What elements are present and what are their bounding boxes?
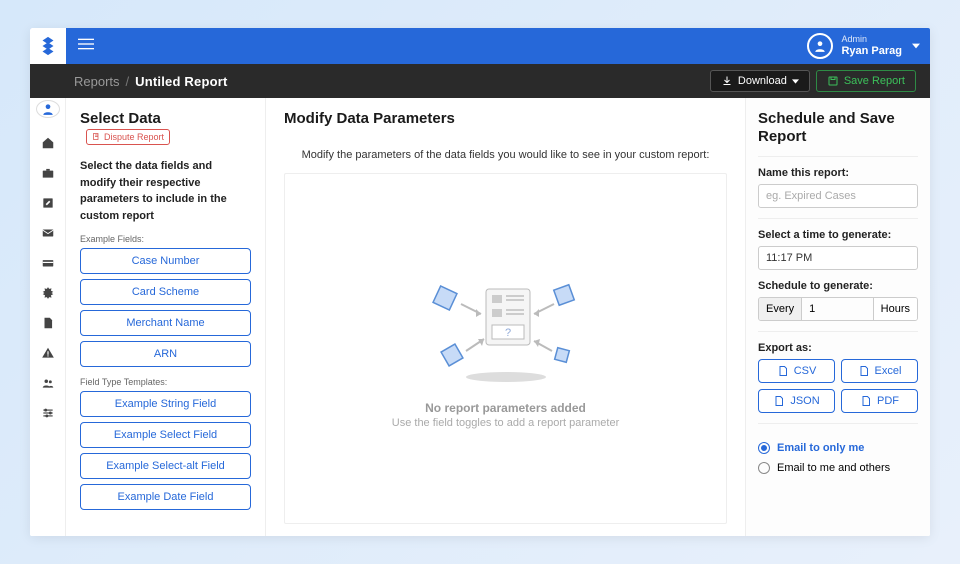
export-excel-button[interactable]: Excel — [841, 359, 918, 383]
name-report-label: Name this report: — [758, 167, 918, 179]
field-string-template[interactable]: Example String Field — [80, 391, 251, 417]
time-input[interactable] — [758, 246, 918, 270]
empty-state-subtitle: Use the field toggles to add a report pa… — [392, 417, 619, 429]
empty-state: ? No report para — [284, 173, 727, 524]
template-fields-label: Field Type Templates: — [80, 377, 251, 387]
breadcrumb-root[interactable]: Reports — [74, 74, 120, 89]
schedule-unit[interactable]: Hours — [874, 298, 917, 320]
breadcrumb: Reports / Untiled Report — [74, 74, 228, 89]
left-panel: Select Data Dispute Report Select the da… — [66, 98, 266, 536]
download-button[interactable]: Download — [710, 70, 810, 92]
report-name-input[interactable] — [758, 184, 918, 208]
schedule-row[interactable]: Every 1 Hours — [758, 297, 918, 321]
save-label: Save Report — [844, 75, 905, 87]
export-as-label: Export as: — [758, 342, 918, 354]
avatar-icon — [807, 33, 833, 59]
rail-users-icon[interactable] — [36, 374, 60, 392]
field-arn[interactable]: ARN — [80, 341, 251, 367]
modify-params-subtitle: Modify the parameters of the data fields… — [284, 149, 727, 161]
user-menu[interactable]: Admin Ryan Parag — [807, 33, 920, 59]
empty-state-title: No report parameters added — [425, 401, 586, 415]
subheader: Reports / Untiled Report Download Save R… — [30, 64, 930, 98]
empty-illustration: ? — [406, 269, 606, 389]
example-fields-label: Example Fields: — [80, 234, 251, 244]
topbar: Admin Ryan Parag — [30, 28, 930, 64]
rail-home-icon[interactable] — [36, 134, 60, 152]
field-date-template[interactable]: Example Date Field — [80, 484, 251, 510]
schedule-value[interactable]: 1 — [802, 298, 874, 320]
radio-icon — [758, 462, 770, 474]
radio-icon — [758, 442, 770, 454]
field-select-template[interactable]: Example Select Field — [80, 422, 251, 448]
user-name: Ryan Parag — [841, 45, 902, 57]
radio-email-others[interactable]: Email to me and others — [758, 462, 918, 474]
content-body: Select Data Dispute Report Select the da… — [30, 98, 930, 536]
rail-edit-icon[interactable] — [36, 194, 60, 212]
select-data-description: Select the data fields and modify their … — [80, 158, 251, 224]
breadcrumb-current: Untiled Report — [135, 74, 227, 89]
center-panel: Modify Data Parameters Modify the parame… — [266, 98, 745, 536]
icon-rail — [30, 98, 66, 536]
chevron-down-icon — [912, 37, 920, 55]
schedule-save-title: Schedule and Save Report — [758, 110, 918, 146]
save-report-button[interactable]: Save Report — [816, 70, 916, 92]
rail-user-icon[interactable] — [36, 100, 60, 118]
radio-email-only-me[interactable]: Email to only me — [758, 442, 918, 454]
field-merchant-name[interactable]: Merchant Name — [80, 310, 251, 336]
rail-sliders-icon[interactable] — [36, 404, 60, 422]
modify-params-title: Modify Data Parameters — [284, 110, 727, 127]
rail-card-icon[interactable] — [36, 254, 60, 272]
export-pdf-button[interactable]: PDF — [841, 389, 918, 413]
rail-briefcase-icon[interactable] — [36, 164, 60, 182]
export-json-button[interactable]: JSON — [758, 389, 835, 413]
field-card-scheme[interactable]: Card Scheme — [80, 279, 251, 305]
rail-mail-icon[interactable] — [36, 224, 60, 242]
rail-file-icon[interactable] — [36, 314, 60, 332]
right-panel: Schedule and Save Report Name this repor… — [745, 98, 930, 536]
rail-gear-icon[interactable] — [36, 284, 60, 302]
schedule-generate-label: Schedule to generate: — [758, 280, 918, 292]
field-select-alt-template[interactable]: Example Select-alt Field — [80, 453, 251, 479]
user-role: Admin — [841, 35, 902, 45]
app-window: Admin Ryan Parag Reports / Untiled Repor… — [30, 28, 930, 536]
time-generate-label: Select a time to generate: — [758, 229, 918, 241]
field-case-number[interactable]: Case Number — [80, 248, 251, 274]
svg-text:?: ? — [504, 327, 510, 339]
menu-icon[interactable] — [78, 36, 94, 57]
select-data-title: Select Data — [80, 110, 161, 127]
rail-alert-icon[interactable] — [36, 344, 60, 362]
download-label: Download — [738, 75, 787, 87]
schedule-every: Every — [759, 298, 802, 320]
brand-logo[interactable] — [30, 28, 66, 64]
export-csv-button[interactable]: CSV — [758, 359, 835, 383]
dispute-report-badge[interactable]: Dispute Report — [86, 129, 170, 145]
